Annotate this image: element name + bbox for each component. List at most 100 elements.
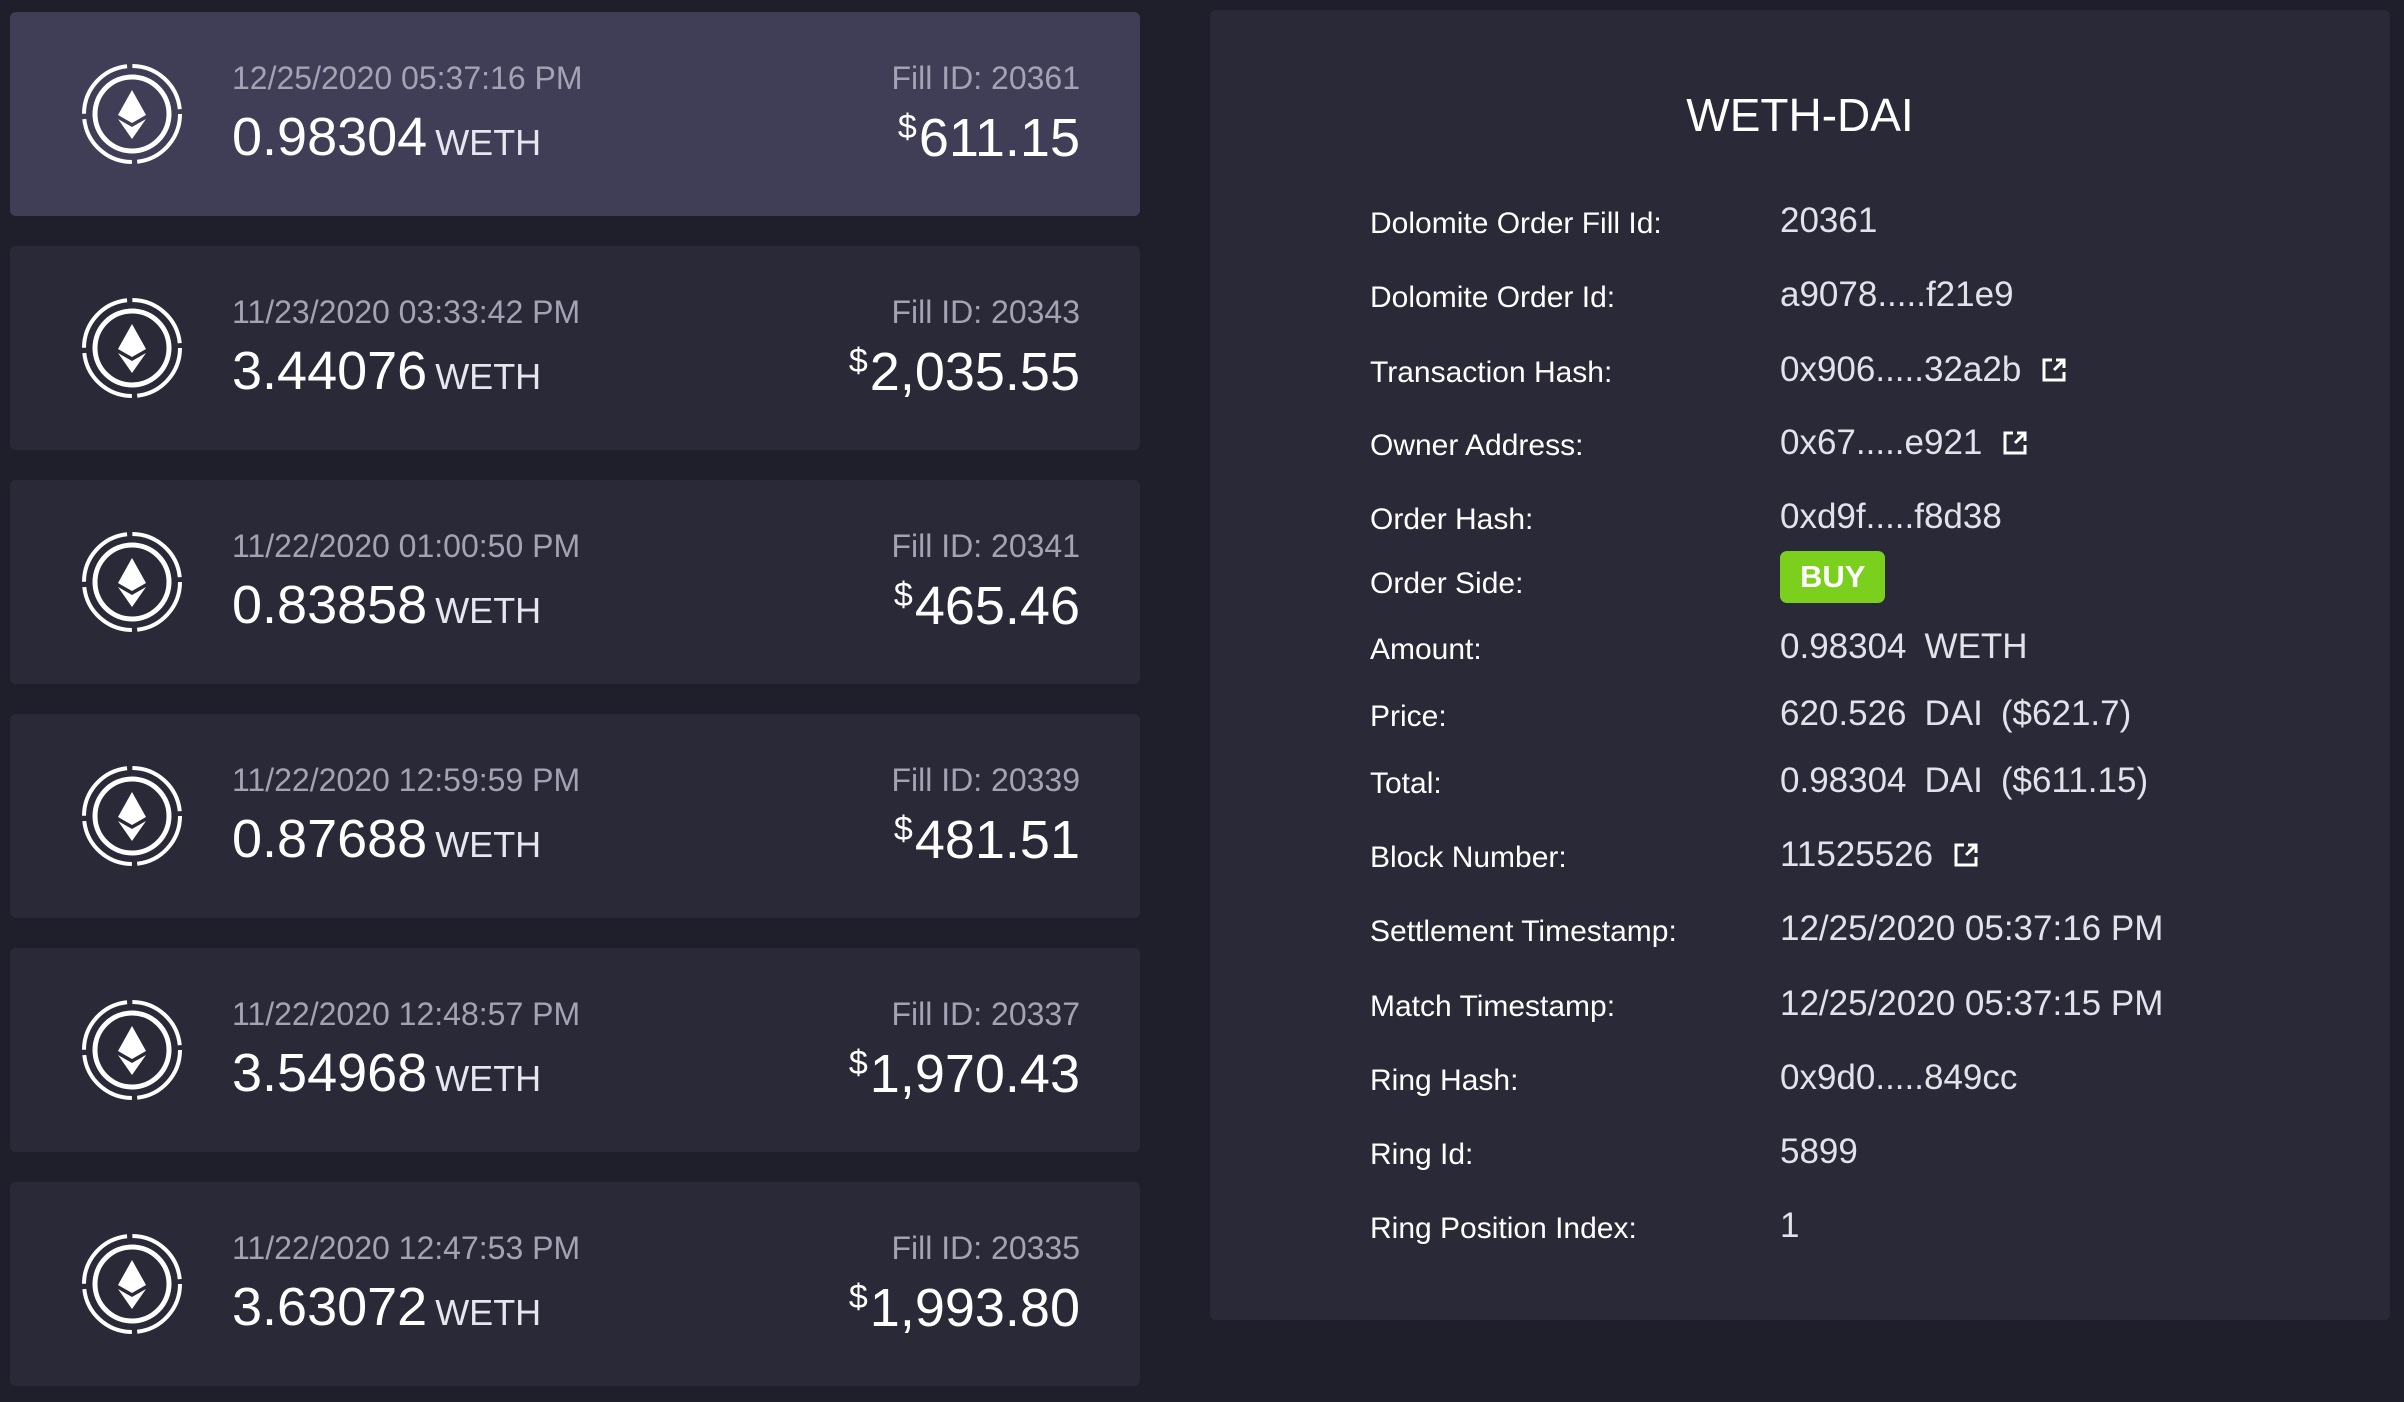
detail-row-ring-position: Ring Position Index: 1 xyxy=(1370,1198,2370,1258)
settlement-timestamp-value: 12/25/2020 05:37:16 PM xyxy=(1780,909,2163,949)
tx-hash-link[interactable]: 0x906.....32a2b xyxy=(1780,350,2021,390)
ethereum-coin-icon xyxy=(82,64,182,164)
fill-timestamp: 11/22/2020 01:00:50 PM xyxy=(232,528,581,564)
fill-id: Fill ID: 20335 xyxy=(891,1230,1080,1266)
usd-sign: $ xyxy=(848,1044,868,1082)
detail-label: Price: xyxy=(1370,700,1447,733)
usd-amount: 611.15 xyxy=(918,108,1080,168)
amount-value: 0.98304 WETH xyxy=(1780,627,2028,667)
ethereum-coin-icon xyxy=(82,298,182,398)
fill-timestamp: 12/25/2020 05:37:16 PM xyxy=(232,60,583,96)
price-number: 620.526 xyxy=(1780,694,1907,733)
detail-row-order-side: Order Side: BUY xyxy=(1370,551,2370,613)
fill-amount: 0.83858 WETH xyxy=(232,578,541,632)
fill-card[interactable]: 11/22/2020 12:59:59 PM 0.87688 WETH Fill … xyxy=(10,714,1140,918)
fill-card[interactable]: 11/23/2020 03:33:42 PM 3.44076 WETH Fill … xyxy=(10,246,1140,450)
owner-address-link[interactable]: 0x67.....e921 xyxy=(1780,423,1982,463)
detail-label: Total: xyxy=(1370,767,1442,800)
usd-amount: 2,035.55 xyxy=(869,342,1080,402)
match-timestamp-text: 12/25/2020 05:37:15 PM xyxy=(1780,984,2164,1023)
usd-sign: $ xyxy=(848,1278,868,1316)
usd-sign: $ xyxy=(893,810,913,848)
fill-amount-unit: WETH xyxy=(435,590,542,631)
external-link-icon[interactable] xyxy=(2039,355,2069,385)
fill-timestamp: 11/22/2020 12:59:59 PM xyxy=(232,762,581,798)
fill-usd-value: $611.15 xyxy=(898,110,1080,165)
fills-list: 12/25/2020 05:37:16 PM 0.98304 WETH Fill … xyxy=(0,0,1150,1402)
detail-label: Order Hash: xyxy=(1370,503,1534,536)
block-number-value: 11525526 xyxy=(1780,835,1981,875)
fill-usd-value: $1,993.80 xyxy=(849,1280,1080,1335)
fill-amount: 3.63072 WETH xyxy=(232,1280,541,1334)
fill-amount-unit: WETH xyxy=(435,356,542,397)
detail-label: Ring Id: xyxy=(1370,1138,1474,1171)
external-link-icon[interactable] xyxy=(2000,428,2030,458)
fill-card[interactable]: 11/22/2020 12:47:53 PM 3.63072 WETH Fill … xyxy=(10,1182,1140,1386)
usd-sign: $ xyxy=(893,576,913,614)
usd-amount: 481.51 xyxy=(914,810,1080,870)
ethereum-coin-icon xyxy=(82,766,182,866)
usd-sign: $ xyxy=(897,108,917,146)
external-link-icon[interactable] xyxy=(1951,840,1981,870)
fill-id: Fill ID: 20337 xyxy=(891,996,1080,1032)
price-unit: DAI xyxy=(1924,694,1983,733)
settlement-timestamp-text: 12/25/2020 05:37:16 PM xyxy=(1780,909,2164,948)
order-id-value: a9078.....f21e9 xyxy=(1780,275,2014,315)
total-unit: DAI xyxy=(1924,761,1983,800)
fill-amount-unit: WETH xyxy=(435,1292,542,1333)
usd-amount: 1,993.80 xyxy=(869,1278,1080,1338)
fill-amount-unit: WETH xyxy=(435,1058,542,1099)
fill-card[interactable]: 11/22/2020 12:48:57 PM 3.54968 WETH Fill … xyxy=(10,948,1140,1152)
fill-amount: 3.44076 WETH xyxy=(232,344,541,398)
fill-amount: 0.87688 WETH xyxy=(232,812,541,866)
fill-amount-value: 3.44076 xyxy=(232,341,428,401)
detail-label: Settlement Timestamp: xyxy=(1370,915,1677,948)
ethereum-coin-icon xyxy=(82,1000,182,1100)
detail-row-block: Block Number: 11525526 xyxy=(1370,827,2370,887)
ring-position-text: 1 xyxy=(1780,1206,1800,1245)
fill-amount-unit: WETH xyxy=(435,824,542,865)
detail-label: Dolomite Order Id: xyxy=(1370,281,1616,314)
fill-id-text: 20361 xyxy=(1780,201,1878,240)
fill-amount-value: 3.63072 xyxy=(232,1277,428,1337)
fill-id: Fill ID: 20341 xyxy=(891,528,1080,564)
amount-unit: WETH xyxy=(1924,627,2028,666)
detail-row-settlement: Settlement Timestamp: 12/25/2020 05:37:1… xyxy=(1370,901,2370,961)
price-usd: ($621.7) xyxy=(2000,694,2132,733)
ethereum-coin-icon xyxy=(82,532,182,632)
fill-amount: 0.98304 WETH xyxy=(232,110,541,164)
order-hash-text: 0xd9f.....f8d38 xyxy=(1780,497,2002,536)
detail-label: Amount: xyxy=(1370,633,1482,666)
buy-badge: BUY xyxy=(1780,551,1886,603)
detail-label: Owner Address: xyxy=(1370,429,1584,462)
tx-hash-value: 0x906.....32a2b xyxy=(1780,350,2069,390)
fill-id: Fill ID: 20343 xyxy=(891,294,1080,330)
detail-row-order-id: Dolomite Order Id: a9078.....f21e9 xyxy=(1370,267,2370,327)
detail-row-fill-id: Dolomite Order Fill Id: 20361 xyxy=(1370,193,2370,253)
fill-timestamp: 11/22/2020 12:47:53 PM xyxy=(232,1230,581,1266)
usd-sign: $ xyxy=(848,342,868,380)
ring-position-value: 1 xyxy=(1780,1206,1799,1246)
detail-row-ring-id: Ring Id: 5899 xyxy=(1370,1124,2370,1184)
fill-amount-value: 3.54968 xyxy=(232,1043,428,1103)
detail-row-total: Total: 0.98304 DAI ($611.15) xyxy=(1370,753,2370,813)
fill-id: Fill ID: 20339 xyxy=(891,762,1080,798)
detail-label: Order Side: xyxy=(1370,567,1524,600)
fill-amount-value: 0.83858 xyxy=(232,575,428,635)
price-value: 620.526 DAI ($621.7) xyxy=(1780,694,2131,734)
fill-card[interactable]: 12/25/2020 05:37:16 PM 0.98304 WETH Fill … xyxy=(10,12,1140,216)
fill-usd-value: $481.51 xyxy=(894,812,1080,867)
fill-detail-panel: WETH-DAI Dolomite Order Fill Id: 20361 D… xyxy=(1210,10,2390,1320)
ethereum-coin-icon xyxy=(82,1234,182,1334)
fill-usd-value: $1,970.43 xyxy=(849,1046,1080,1101)
block-number-link[interactable]: 11525526 xyxy=(1780,835,1933,875)
market-pair-title: WETH-DAI xyxy=(1686,89,1914,141)
detail-label: Ring Hash: xyxy=(1370,1064,1519,1097)
fill-card[interactable]: 11/22/2020 01:00:50 PM 0.83858 WETH Fill … xyxy=(10,480,1140,684)
fill-amount-unit: WETH xyxy=(435,122,542,163)
match-timestamp-value: 12/25/2020 05:37:15 PM xyxy=(1780,984,2163,1024)
detail-label: Ring Position Index: xyxy=(1370,1212,1637,1245)
fill-id: Fill ID: 20361 xyxy=(891,60,1080,96)
detail-row-owner: Owner Address: 0x67.....e921 xyxy=(1370,415,2370,475)
detail-row-price: Price: 620.526 DAI ($621.7) xyxy=(1370,686,2370,746)
